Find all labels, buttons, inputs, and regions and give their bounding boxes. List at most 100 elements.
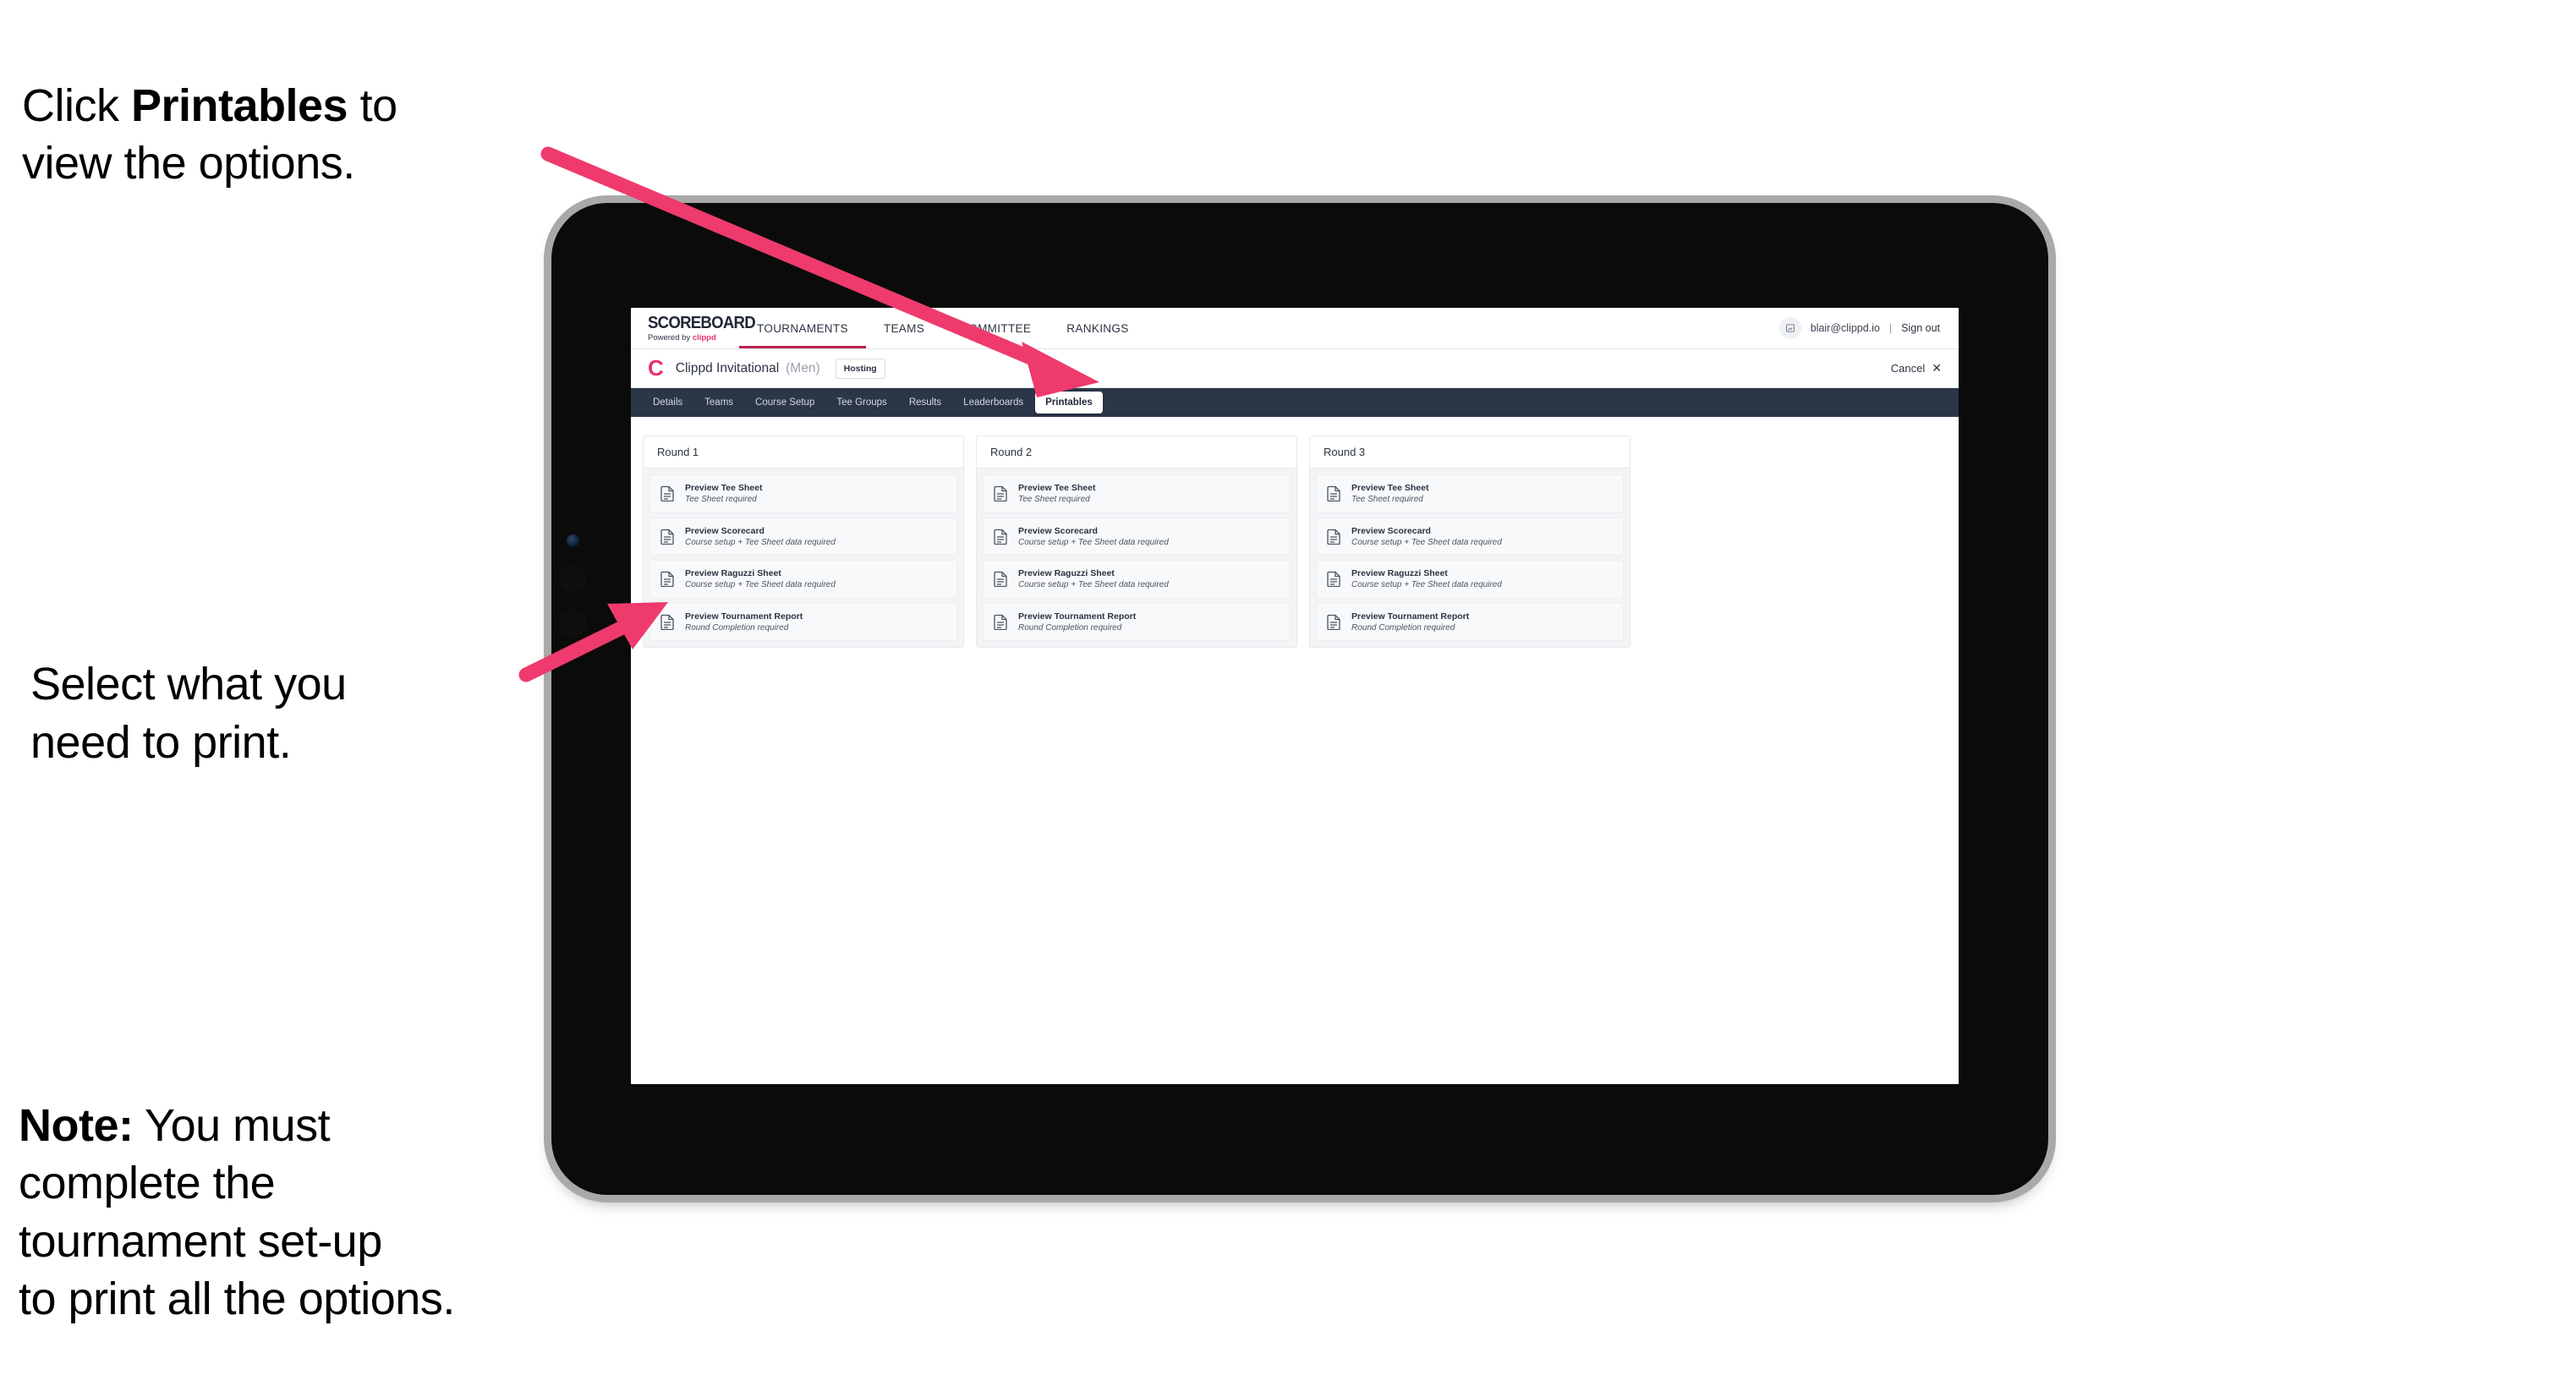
- document-icon: [1327, 529, 1341, 545]
- printable-requirement: Course setup + Tee Sheet data required: [1351, 537, 1502, 547]
- printable-requirement: Round Completion required: [1018, 622, 1122, 633]
- printable-item-scorecard[interactable]: Preview Scorecard Course setup + Tee She…: [649, 517, 957, 556]
- printable-title: Preview Scorecard: [1351, 525, 1431, 536]
- printable-item-tournament-report[interactable]: Preview Tournament Report Round Completi…: [983, 602, 1291, 642]
- document-icon: [660, 485, 675, 502]
- tournament-name: Clippd Invitational: [675, 360, 780, 375]
- annotation-click-bold: Printables: [131, 79, 348, 131]
- scoreboard-logo[interactable]: SCOREBOARD Powered by clippd: [631, 308, 756, 348]
- round-column-3: Round 3 Preview Tee Sheet Tee Sheet requ…: [1309, 436, 1631, 649]
- browser-screen: SCOREBOARD Powered by clippd TOURNAMENTS…: [631, 308, 1959, 1084]
- document-icon: [1327, 614, 1341, 631]
- app-header: SCOREBOARD Powered by clippd TOURNAMENTS…: [631, 308, 1959, 349]
- document-icon: [994, 529, 1008, 545]
- nav-item-rankings[interactable]: RANKINGS: [1049, 308, 1146, 348]
- document-icon: [994, 571, 1008, 588]
- tablet-volume-up-button[interactable]: [559, 565, 586, 592]
- document-icon: [1327, 485, 1341, 502]
- round-title: Round 1: [644, 436, 963, 468]
- tab-printables[interactable]: Printables: [1035, 392, 1103, 414]
- tab-results[interactable]: Results: [899, 392, 951, 414]
- tab-teams[interactable]: Teams: [694, 392, 743, 414]
- printable-title: Preview Tee Sheet: [1018, 483, 1096, 493]
- printable-title: Preview Tournament Report: [685, 611, 803, 622]
- printable-title: Preview Tournament Report: [1018, 611, 1137, 622]
- printable-title: Preview Tee Sheet: [1351, 483, 1429, 493]
- round-column-2: Round 2 Preview Tee Sheet Tee Sheet requ…: [976, 436, 1297, 649]
- round-items-list: Preview Tee Sheet Tee Sheet required Pre…: [1310, 468, 1630, 648]
- printable-requirement: Round Completion required: [685, 622, 789, 633]
- round-column-1: Round 1 Preview Tee Sheet Tee Sheet requ…: [643, 436, 964, 649]
- printable-title: Preview Raguzzi Sheet: [1351, 568, 1448, 579]
- printable-requirement: Tee Sheet required: [1018, 495, 1090, 505]
- round-title: Round 3: [1310, 436, 1630, 468]
- tab-leaderboards[interactable]: Leaderboards: [953, 392, 1033, 414]
- annotation-note-bold: Note:: [19, 1099, 134, 1151]
- cancel-button[interactable]: Cancel ✕: [1891, 361, 1942, 375]
- tournament-subnav: Details Teams Course Setup Tee Groups Re…: [631, 388, 1959, 417]
- close-icon: ✕: [1932, 361, 1942, 375]
- document-icon: [994, 485, 1008, 502]
- tablet-device-frame: SCOREBOARD Powered by clippd TOURNAMENTS…: [551, 203, 2048, 1195]
- annotation-click-printables: Click Printables to view the options.: [22, 19, 563, 193]
- document-icon: [1327, 571, 1341, 588]
- printable-requirement: Course setup + Tee Sheet data required: [685, 537, 836, 547]
- printable-item-scorecard[interactable]: Preview Scorecard Course setup + Tee She…: [983, 517, 1291, 556]
- tablet-volume-down-button[interactable]: [559, 610, 586, 637]
- tab-tee-groups[interactable]: Tee Groups: [826, 392, 896, 414]
- nav-item-tournaments[interactable]: TOURNAMENTS: [739, 308, 866, 348]
- printable-item-scorecard[interactable]: Preview Scorecard Course setup + Tee She…: [1316, 517, 1624, 556]
- printable-item-raguzzi-sheet[interactable]: Preview Raguzzi Sheet Course setup + Tee…: [1316, 560, 1624, 599]
- cancel-label: Cancel: [1890, 362, 1926, 375]
- tournament-gender: (Men): [786, 360, 820, 375]
- printable-requirement: Course setup + Tee Sheet data required: [1018, 537, 1169, 547]
- nav-item-teams[interactable]: TEAMS: [866, 308, 942, 348]
- printable-requirement: Round Completion required: [1351, 622, 1455, 633]
- printable-item-raguzzi-sheet[interactable]: Preview Raguzzi Sheet Course setup + Tee…: [649, 560, 957, 599]
- printable-title: Preview Tee Sheet: [685, 483, 763, 493]
- brand-title: SCOREBOARD: [648, 313, 756, 332]
- round-title: Round 2: [977, 436, 1296, 468]
- screenshot-root: Click Printables to view the options. Se…: [0, 0, 2576, 1386]
- annotation-click-prefix: Click: [22, 79, 131, 131]
- printable-requirement: Course setup + Tee Sheet data required: [685, 580, 836, 590]
- tablet-sensor-dot: [574, 650, 580, 656]
- document-icon: [994, 614, 1008, 631]
- printable-item-tee-sheet[interactable]: Preview Tee Sheet Tee Sheet required: [649, 474, 957, 513]
- brand-powered-by: Powered by clippd: [648, 334, 734, 342]
- round-items-list: Preview Tee Sheet Tee Sheet required Pre…: [644, 468, 963, 648]
- printable-requirement: Course setup + Tee Sheet data required: [1018, 580, 1169, 590]
- printable-item-raguzzi-sheet[interactable]: Preview Raguzzi Sheet Course setup + Tee…: [983, 560, 1291, 599]
- powered-prefix: Powered by: [648, 332, 693, 342]
- user-email: blair@clippd.io: [1810, 322, 1880, 334]
- printable-requirement: Tee Sheet required: [1351, 495, 1423, 505]
- document-icon: [660, 571, 675, 588]
- sign-out-link[interactable]: Sign out: [1901, 322, 1940, 334]
- avatar[interactable]: [1779, 317, 1801, 339]
- printable-title: Preview Raguzzi Sheet: [1018, 568, 1115, 579]
- status-badge-hosting: Hosting: [835, 358, 885, 379]
- printables-content: Round 1 Preview Tee Sheet Tee Sheet requ…: [631, 417, 1959, 666]
- printable-item-tee-sheet[interactable]: Preview Tee Sheet Tee Sheet required: [1316, 474, 1624, 513]
- printable-item-tee-sheet[interactable]: Preview Tee Sheet Tee Sheet required: [983, 474, 1291, 513]
- tournament-bar: C Clippd Invitational (Men) Hosting Canc…: [631, 349, 1959, 388]
- printable-requirement: Tee Sheet required: [685, 495, 757, 505]
- printable-item-tournament-report[interactable]: Preview Tournament Report Round Completi…: [649, 602, 957, 642]
- tab-course-setup[interactable]: Course Setup: [745, 392, 825, 414]
- printable-title: Preview Raguzzi Sheet: [685, 568, 781, 579]
- printable-item-tournament-report[interactable]: Preview Tournament Report Round Completi…: [1316, 602, 1624, 642]
- round-items-list: Preview Tee Sheet Tee Sheet required Pre…: [977, 468, 1296, 648]
- annotation-select-print: Select what you need to print.: [30, 659, 347, 768]
- printable-title: Preview Tournament Report: [1351, 611, 1470, 622]
- printable-title: Preview Scorecard: [685, 525, 765, 536]
- printable-requirement: Course setup + Tee Sheet data required: [1351, 580, 1502, 590]
- primary-nav: TOURNAMENTS TEAMS COMMITTEE RANKINGS: [739, 308, 1147, 348]
- tab-details[interactable]: Details: [643, 392, 693, 414]
- printable-title: Preview Scorecard: [1018, 525, 1098, 536]
- tablet-camera-icon: [567, 534, 579, 547]
- header-separator: |: [1888, 322, 1893, 334]
- document-icon: [660, 614, 675, 631]
- clippd-logo-mark: C: [648, 354, 664, 381]
- header-user-area: blair@clippd.io | Sign out: [1779, 308, 1959, 348]
- nav-item-committee[interactable]: COMMITTEE: [942, 308, 1049, 348]
